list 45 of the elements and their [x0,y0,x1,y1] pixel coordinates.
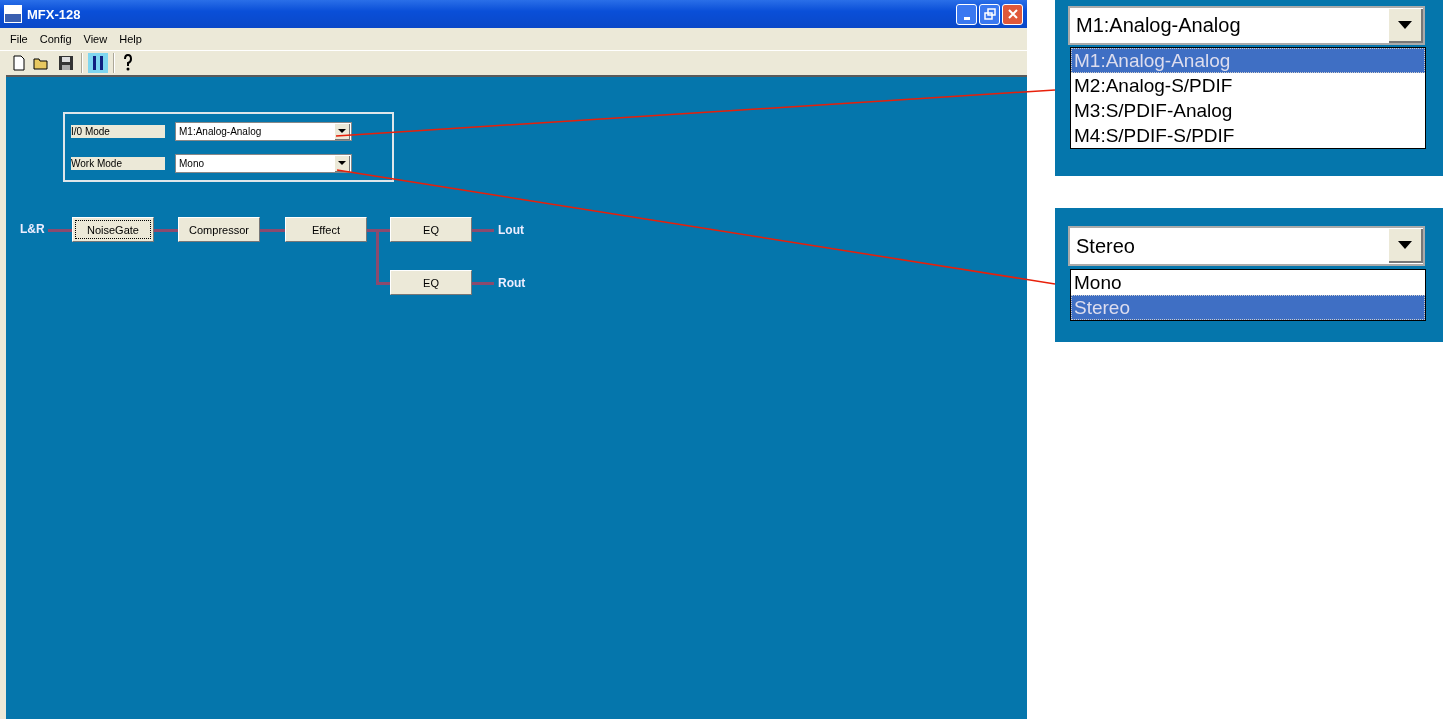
menu-item[interactable]: File [4,33,34,45]
minimize-icon [963,16,970,20]
dropdown[interactable]: Stereo [1068,226,1425,266]
dropdown-option[interactable]: M3:S/PDIF-Analog [1071,98,1425,123]
dropdown[interactable]: Mono [175,154,352,173]
close-button[interactable] [1002,3,1023,25]
setting-label: Work Mode [71,157,165,170]
signal-wire [48,229,72,232]
signal-wire [260,229,285,232]
signal-wire [472,282,494,285]
dropdown[interactable]: M1:Analog-Analog [1068,6,1425,45]
folder-icon [33,55,51,71]
output-label: Rout [498,276,526,290]
close-icon [1006,8,1019,20]
mixer-button[interactable] [88,53,108,73]
dropdown-option[interactable]: Stereo [1071,295,1425,320]
window-title: MFX-128 [27,6,81,22]
dropdown[interactable]: M1:Analog-Analog [175,122,352,141]
restore-button[interactable] [979,3,1000,25]
effect-block-button[interactable]: Compressor [178,217,260,242]
dropdown-option[interactable]: M2:Analog-S/PDIF [1071,73,1425,98]
faders-icon [90,55,106,71]
restore-icon [983,8,996,20]
eq-block-button[interactable]: EQ [390,270,472,295]
save-button[interactable] [56,53,76,73]
input-label: L&R [20,222,45,236]
dropdown-option[interactable]: Mono [1071,270,1425,295]
signal-wire [154,229,178,232]
dropdown-option[interactable]: M4:S/PDIF-S/PDIF [1071,123,1425,148]
minimize-button[interactable] [956,3,977,25]
app-logo-icon [4,5,22,23]
menu-item[interactable]: Help [113,33,148,45]
signal-wire [367,229,390,285]
setting-label: I/0 Mode [71,125,165,138]
output-label: Lout [498,223,524,237]
menu-item[interactable]: View [77,33,114,45]
new-file-button[interactable] [10,53,28,73]
eq-block-button[interactable]: EQ [390,217,472,242]
blank-page-icon [12,55,26,71]
question-mark-icon [122,54,134,72]
effect-block-button[interactable]: NoiseGate [72,217,154,242]
effect-block-button[interactable]: Effect [285,217,367,242]
menu-item[interactable]: Config [33,33,78,45]
signal-wire [472,229,494,232]
dropdown-option[interactable]: M1:Analog-Analog [1071,48,1425,73]
